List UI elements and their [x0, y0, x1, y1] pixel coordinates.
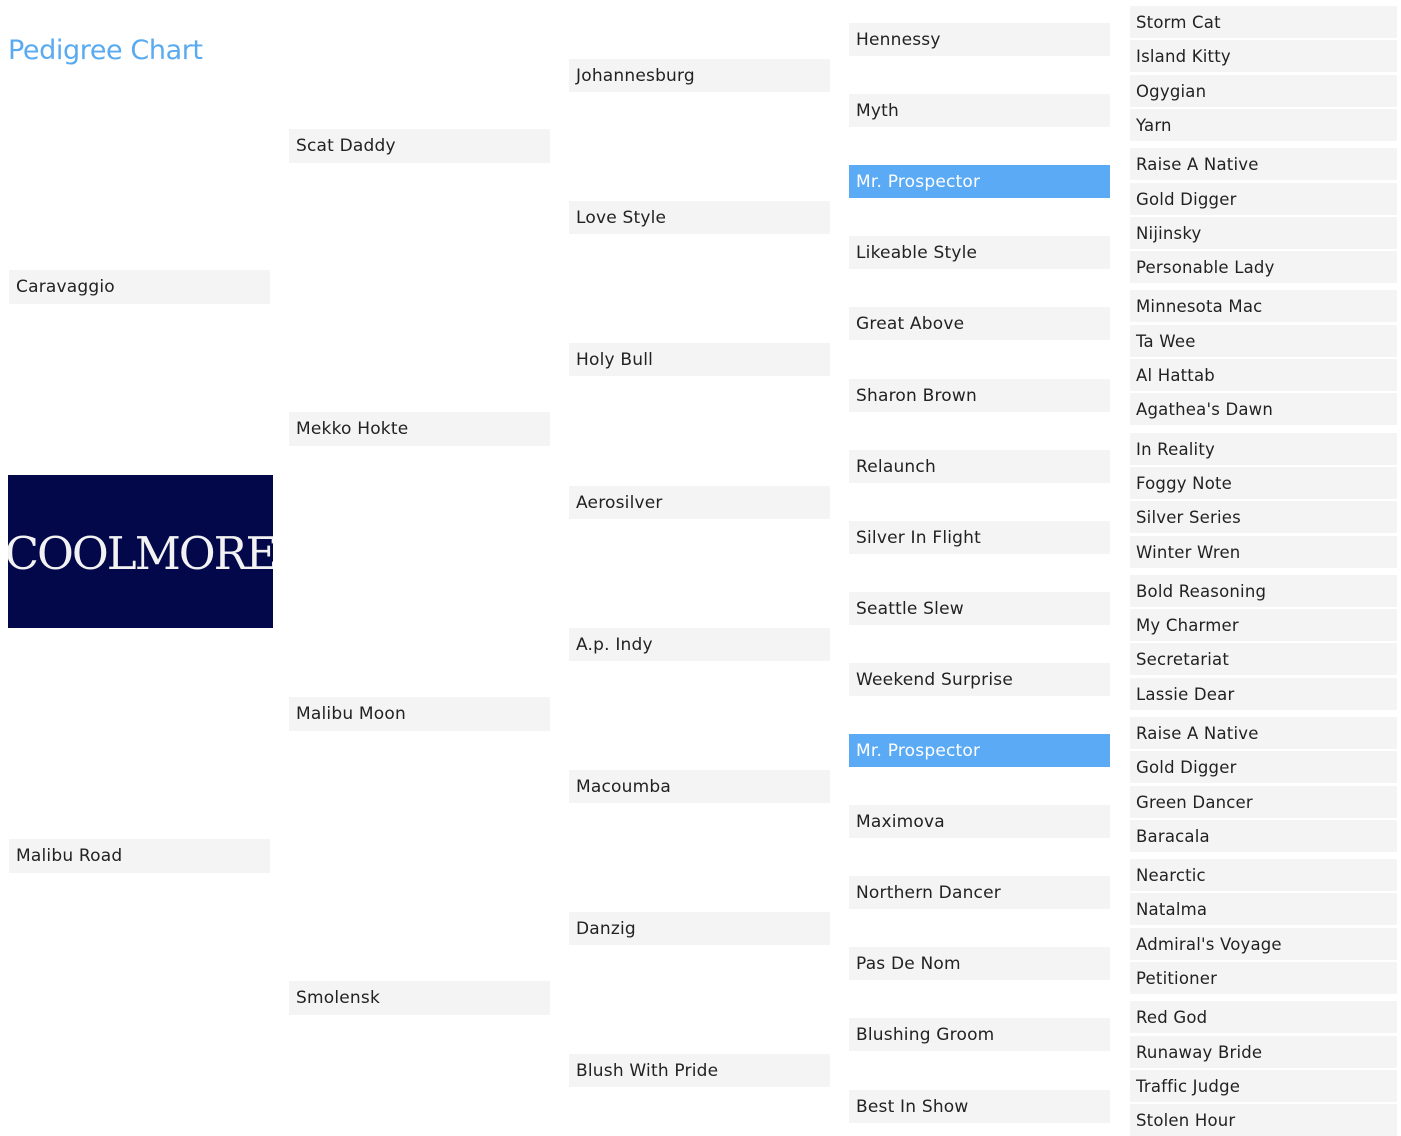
gen3-item[interactable]: Blush With Pride: [569, 1054, 830, 1087]
gen3-item[interactable]: Aerosilver: [569, 486, 830, 519]
sire-line-gen2-item[interactable]: Mekko Hokte: [289, 412, 550, 446]
gen5-item[interactable]: Raise A Native: [1130, 717, 1397, 749]
gen5-item[interactable]: Admiral's Voyage: [1130, 928, 1397, 960]
gen4-item[interactable]: Silver In Flight: [849, 521, 1110, 554]
gen5-item[interactable]: Natalma: [1130, 893, 1397, 925]
gen3-item[interactable]: Macoumba: [569, 770, 830, 803]
gen5-item[interactable]: Agathea's Dawn: [1130, 393, 1397, 425]
gen4-item[interactable]: Hennessy: [849, 23, 1110, 56]
gen4-item[interactable]: Myth: [849, 94, 1110, 127]
gen4-item[interactable]: Maximova: [849, 805, 1110, 838]
gen5-item[interactable]: Yarn: [1130, 109, 1397, 141]
horse-sire[interactable]: Caravaggio: [9, 270, 270, 304]
horse-dam[interactable]: Malibu Road: [9, 839, 270, 873]
gen4-item[interactable]: Northern Dancer: [849, 876, 1110, 909]
gen5-item[interactable]: Storm Cat: [1130, 6, 1397, 38]
gen5-item[interactable]: Nijinsky: [1130, 217, 1397, 249]
sire-line-gen2-item[interactable]: Scat Daddy: [289, 129, 550, 163]
gen4-item[interactable]: Pas De Nom: [849, 947, 1110, 980]
gen5-item[interactable]: Island Kitty: [1130, 40, 1397, 72]
gen5-item[interactable]: Al Hattab: [1130, 359, 1397, 391]
gen5-item[interactable]: Red God: [1130, 1001, 1397, 1033]
gen3-item[interactable]: A.p. Indy: [569, 628, 830, 661]
gen5-item[interactable]: Petitioner: [1130, 962, 1397, 994]
gen4-item[interactable]: Great Above: [849, 307, 1110, 340]
sire-line-gen2-item[interactable]: Malibu Moon: [289, 697, 550, 731]
gen5-item[interactable]: Stolen Hour: [1130, 1104, 1397, 1136]
gen5-item[interactable]: Runaway Bride: [1130, 1036, 1397, 1068]
gen5-item[interactable]: Foggy Note: [1130, 467, 1397, 499]
coolmore-logo-image: COOLMORE: [8, 475, 273, 628]
gen5-item[interactable]: Lassie Dear: [1130, 678, 1397, 710]
gen5-item[interactable]: Silver Series: [1130, 501, 1397, 533]
gen5-item[interactable]: Bold Reasoning: [1130, 575, 1397, 607]
gen5-item[interactable]: Ogygian: [1130, 75, 1397, 107]
gen4-item[interactable]: Mr. Prospector: [849, 165, 1110, 198]
gen5-item[interactable]: Ta Wee: [1130, 325, 1397, 357]
gen5-item[interactable]: My Charmer: [1130, 609, 1397, 641]
gen4-item[interactable]: Seattle Slew: [849, 592, 1110, 625]
gen5-item[interactable]: Baracala: [1130, 820, 1397, 852]
gen5-item[interactable]: Green Dancer: [1130, 786, 1397, 818]
gen5-item[interactable]: Minnesota Mac: [1130, 290, 1397, 322]
gen5-item[interactable]: Traffic Judge: [1130, 1070, 1397, 1102]
gen4-item[interactable]: Blushing Groom: [849, 1018, 1110, 1051]
gen5-item[interactable]: Secretariat: [1130, 643, 1397, 675]
gen3-item[interactable]: Danzig: [569, 912, 830, 945]
gen3-item[interactable]: Holy Bull: [569, 343, 830, 376]
sire-line-gen2-item[interactable]: Smolensk: [289, 981, 550, 1015]
gen5-item[interactable]: Personable Lady: [1130, 251, 1397, 283]
gen5-item[interactable]: Gold Digger: [1130, 751, 1397, 783]
gen4-item[interactable]: Sharon Brown: [849, 379, 1110, 412]
gen4-item[interactable]: Likeable Style: [849, 236, 1110, 269]
gen3-item[interactable]: Love Style: [569, 201, 830, 234]
gen5-item[interactable]: Raise A Native: [1130, 148, 1397, 180]
gen4-item[interactable]: Weekend Surprise: [849, 663, 1110, 696]
gen4-item[interactable]: Mr. Prospector: [849, 734, 1110, 767]
gen3-item[interactable]: Johannesburg: [569, 59, 830, 92]
gen5-item[interactable]: Winter Wren: [1130, 536, 1397, 568]
logo-text: COOLMORE: [8, 527, 273, 580]
gen5-item[interactable]: Nearctic: [1130, 859, 1397, 891]
page-title: Pedigree Chart: [8, 35, 203, 66]
gen5-item[interactable]: Gold Digger: [1130, 183, 1397, 215]
coolmore-logo: COOLMORE: [8, 475, 273, 628]
gen4-item[interactable]: Relaunch: [849, 450, 1110, 483]
gen5-item[interactable]: In Reality: [1130, 433, 1397, 465]
gen4-item[interactable]: Best In Show: [849, 1090, 1110, 1123]
